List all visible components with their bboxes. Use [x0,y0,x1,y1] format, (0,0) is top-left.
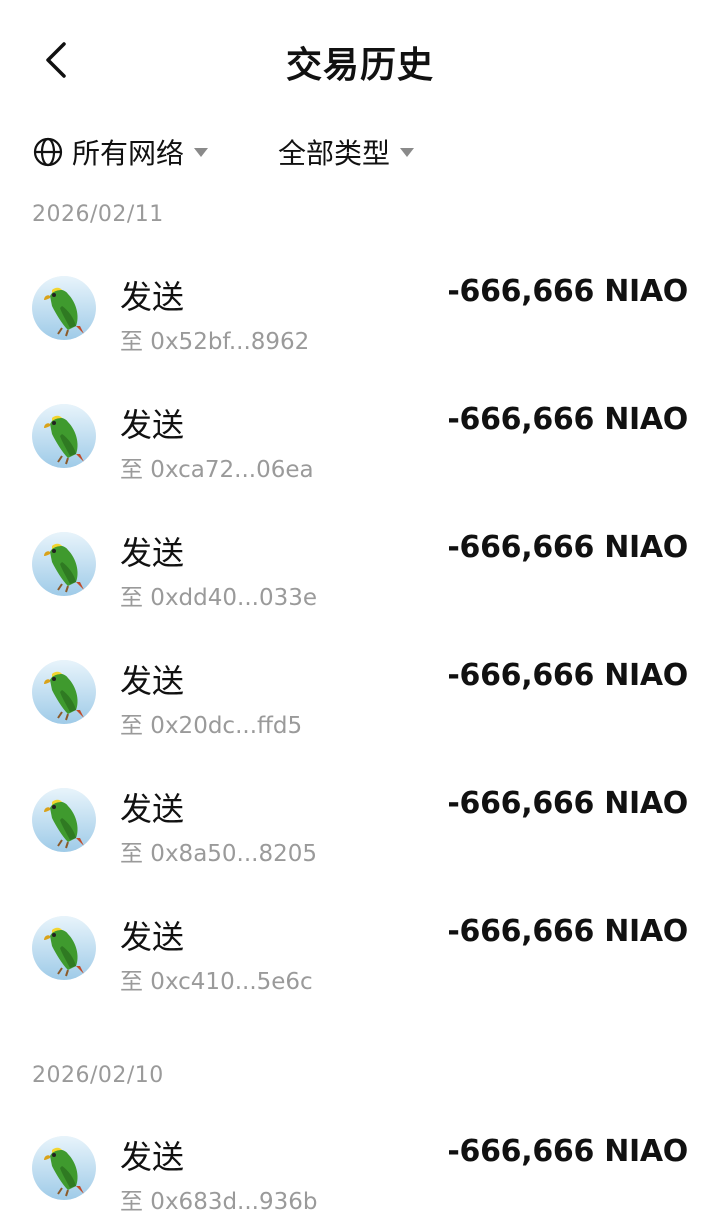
transaction-type: 发送 [120,918,185,956]
type-filter-dropdown[interactable]: 全部类型 [278,128,415,176]
parrot-token-icon [32,788,96,852]
parrot-token-icon [32,532,96,596]
transaction-address: 至 0x20dc...ffd5 [120,713,303,739]
transaction-address: 至 0x8a50...8205 [120,841,318,867]
parrot-token-icon [32,276,96,340]
filter-bar: 所有网络 全部类型 [0,128,720,176]
parrot-token-icon [32,660,96,724]
header-bar: 交易历史 [0,0,720,120]
transaction-type: 发送 [120,278,185,316]
transaction-row[interactable]: 发送 至 0x8a50...8205 -666,666 NIAO [0,768,720,878]
transaction-amount: -666,666 NIAO [447,402,688,437]
transaction-type: 发送 [120,1138,185,1176]
transaction-row[interactable]: 发送 至 0xc410...5e6c -666,666 NIAO [0,896,720,1006]
date-header: 2026/02/10 [32,1063,164,1088]
page-title: 交易历史 [285,45,434,86]
transaction-address: 至 0xc410...5e6c [120,969,313,995]
parrot-token-icon [32,1136,96,1200]
transaction-address: 至 0xdd40...033e [120,585,318,611]
transaction-amount: -666,666 NIAO [447,530,688,565]
transaction-amount: -666,666 NIAO [447,1134,688,1169]
transaction-amount: -666,666 NIAO [447,914,688,949]
transaction-row[interactable]: 发送 至 0xdd40...033e -666,666 NIAO [0,512,720,622]
transaction-row[interactable]: 发送 至 0x20dc...ffd5 -666,666 NIAO [0,640,720,750]
network-filter-label: 所有网络 [72,137,185,170]
globe-icon [33,137,63,167]
transaction-row[interactable]: 发送 至 0xca72...06ea -666,666 NIAO [0,384,720,494]
transaction-row[interactable]: 发送 至 0x52bf...8962 -666,666 NIAO [0,256,720,366]
transaction-amount: -666,666 NIAO [447,274,688,309]
transaction-type: 发送 [120,534,185,572]
transaction-type: 发送 [120,790,185,828]
transaction-address: 至 0xca72...06ea [120,457,314,483]
caret-down-icon [400,147,415,157]
transaction-address: 至 0x52bf...8962 [120,329,310,355]
transaction-type: 发送 [120,662,185,700]
transaction-amount: -666,666 NIAO [447,658,688,693]
parrot-token-icon [32,404,96,468]
transaction-amount: -666,666 NIAO [447,786,688,821]
parrot-token-icon [32,916,96,980]
type-filter-label: 全部类型 [278,137,391,170]
transaction-row[interactable]: 发送 至 0x683d...936b -666,666 NIAO [0,1116,720,1226]
date-header: 2026/02/11 [32,202,164,227]
caret-down-icon [194,147,209,157]
network-filter-dropdown[interactable]: 所有网络 [32,128,209,176]
transaction-address: 至 0x683d...936b [120,1189,318,1215]
transaction-type: 发送 [120,406,185,444]
